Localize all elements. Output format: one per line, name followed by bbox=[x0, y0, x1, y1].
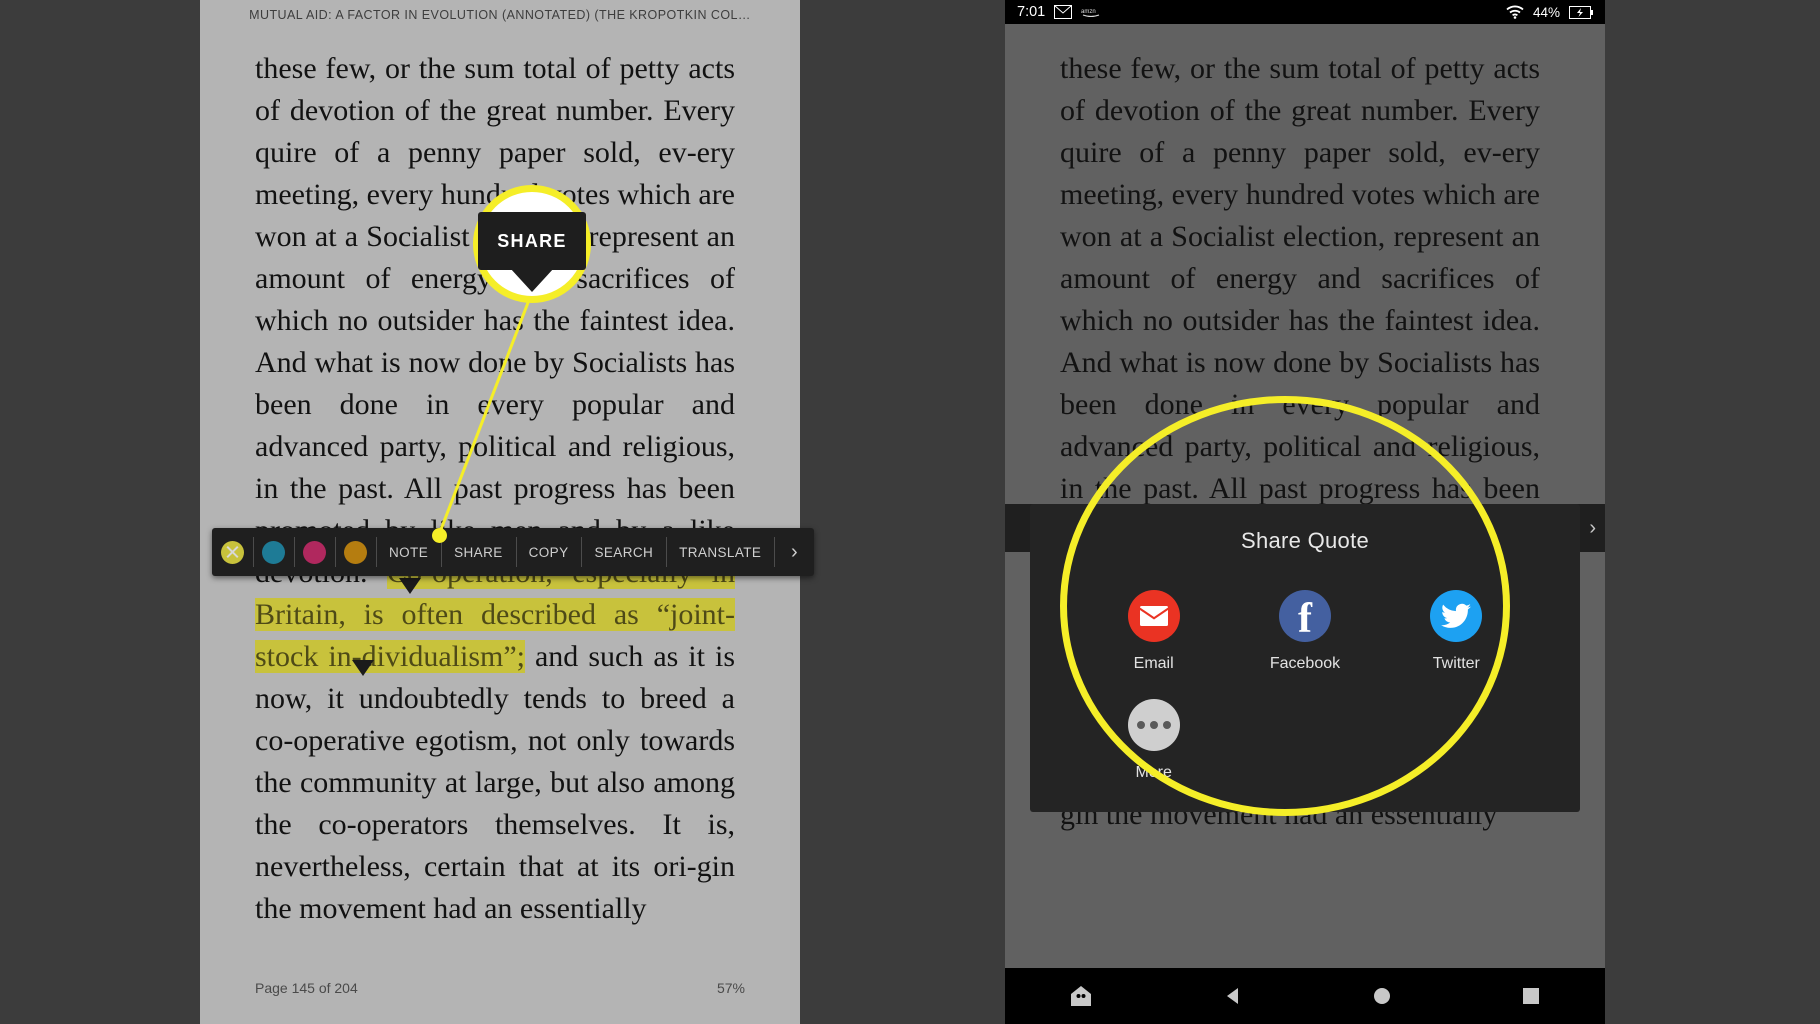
share-target-label: Twitter bbox=[1432, 655, 1480, 672]
recents-icon[interactable] bbox=[1521, 986, 1541, 1006]
reader-panel-left: MUTUAL AID: A FACTOR IN EVOLUTION (ANNOT… bbox=[200, 0, 800, 1024]
copy-button[interactable]: COPY bbox=[515, 528, 582, 576]
share-target-email[interactable]: Email bbox=[1078, 590, 1229, 673]
status-time: 7:01 bbox=[1017, 4, 1046, 20]
share-button[interactable]: SHARE bbox=[441, 528, 516, 576]
twitter-icon bbox=[1430, 590, 1483, 642]
wifi-icon bbox=[1506, 5, 1524, 19]
translate-button[interactable]: TRANSLATE bbox=[666, 528, 774, 576]
search-button[interactable]: SEARCH bbox=[581, 528, 666, 576]
share-tooltip-bubble: SHARE bbox=[478, 212, 586, 292]
selection-handle-start[interactable] bbox=[399, 578, 421, 594]
battery-percent-label: 44% bbox=[1532, 4, 1560, 20]
highlight-orange-icon bbox=[344, 540, 367, 564]
body-text-after: and such as it is now, it undoubtedly te… bbox=[255, 640, 735, 925]
amazon-icon: amzn bbox=[1081, 9, 1100, 17]
callout-anchor-dot bbox=[432, 528, 447, 543]
progress-percent-label: 57% bbox=[716, 980, 745, 996]
more-dots-icon bbox=[1127, 699, 1180, 751]
body-text-before: these few, or the sum total of petty act… bbox=[255, 52, 735, 589]
home-icon[interactable] bbox=[1372, 986, 1392, 1006]
modal-dim-overlay bbox=[1005, 24, 1605, 968]
svg-text:amzn: amzn bbox=[1081, 9, 1096, 15]
android-nav-bar[interactable] bbox=[1005, 968, 1605, 1024]
share-target-twitter[interactable]: Twitter bbox=[1381, 590, 1532, 673]
chevron-right-icon[interactable]: › bbox=[1589, 517, 1596, 540]
page-footer: Page 145 of 204 57% bbox=[255, 980, 745, 996]
home-assistant-icon[interactable] bbox=[1069, 984, 1093, 1008]
reader-body-text: these few, or the sum total of petty act… bbox=[255, 48, 735, 930]
selection-handle-end[interactable] bbox=[352, 660, 374, 676]
screenshot-stage: MUTUAL AID: A FACTOR IN EVOLUTION (ANNOT… bbox=[0, 0, 1820, 1024]
android-status-bar: 7:01 amzn 44% bbox=[1005, 0, 1605, 24]
share-sheet-title: Share Quote bbox=[1240, 528, 1370, 553]
share-target-label: Facebook bbox=[1269, 655, 1341, 672]
battery-charging-icon bbox=[1569, 5, 1593, 19]
envelope-icon bbox=[1054, 5, 1073, 19]
chevron-right-icon[interactable]: › bbox=[774, 528, 814, 576]
facebook-icon: f bbox=[1278, 590, 1331, 642]
reader-panel-right: 7:01 amzn 44% these few, or the sum tota… bbox=[1005, 0, 1605, 1024]
share-target-facebook[interactable]: f Facebook bbox=[1229, 590, 1380, 673]
share-target-label: Email bbox=[1133, 655, 1174, 672]
page-number-label: Page 145 of 204 bbox=[255, 980, 358, 996]
share-target-more[interactable]: More bbox=[1078, 699, 1229, 782]
email-icon bbox=[1127, 590, 1180, 642]
color-swatch-highlight-pink[interactable] bbox=[294, 528, 335, 576]
highlight-yellow-icon bbox=[221, 540, 244, 564]
color-swatch-highlight-yellow[interactable] bbox=[212, 528, 253, 576]
annotation-toolbar[interactable]: NOTE SHARE COPY SEARCH TRANSLATE › bbox=[212, 528, 815, 576]
color-swatch-highlight-blue[interactable] bbox=[253, 528, 294, 576]
phone-reader-page: these few, or the sum total of petty act… bbox=[1005, 24, 1605, 968]
color-swatch-highlight-orange[interactable] bbox=[335, 528, 376, 576]
share-quote-sheet: Share Quote Email f Facebook Twitter Mor… bbox=[1030, 504, 1580, 812]
svg-text:f: f bbox=[1298, 596, 1313, 642]
book-title: MUTUAL AID: A FACTOR IN EVOLUTION (ANNOT… bbox=[249, 8, 751, 22]
highlight-pink-icon bbox=[303, 540, 326, 564]
share-tooltip-label: SHARE bbox=[497, 230, 567, 251]
share-target-grid: Email f Facebook Twitter More bbox=[1030, 554, 1580, 782]
back-icon[interactable] bbox=[1222, 985, 1244, 1007]
highlight-blue-icon bbox=[262, 540, 285, 564]
share-target-label: More bbox=[1135, 764, 1172, 781]
